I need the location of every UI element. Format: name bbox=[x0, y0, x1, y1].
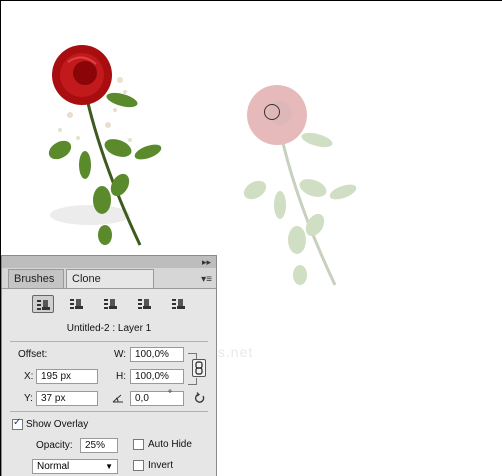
x-label: X: bbox=[24, 371, 34, 382]
brush-cursor bbox=[264, 104, 280, 120]
chain-link-icon bbox=[195, 361, 203, 375]
tab-label: Brushes bbox=[14, 273, 55, 285]
clone-source-body: Untitled-2 : Layer 1 Offset: X: 195 px Y… bbox=[2, 288, 216, 476]
blend-mode-value: Normal bbox=[37, 461, 70, 472]
clone-source-4-button[interactable] bbox=[134, 295, 156, 313]
auto-hide-label: Auto Hide bbox=[148, 439, 192, 450]
clone-source-panel: ▸▸ Brushes Clone Source× ▾≡ bbox=[1, 255, 217, 476]
rotation-angle-icon bbox=[112, 394, 123, 403]
width-scale-field[interactable]: 100,0% bbox=[130, 347, 184, 362]
panel-title-bar[interactable]: ▸▸ bbox=[2, 256, 216, 268]
stamp-icon bbox=[70, 299, 83, 309]
tab-clone-source[interactable]: Clone Source× bbox=[66, 269, 154, 303]
rose-image bbox=[48, 45, 162, 246]
clone-source-3-button[interactable] bbox=[100, 295, 122, 313]
show-overlay-label: Show Overlay bbox=[26, 419, 89, 430]
y-label: Y: bbox=[24, 393, 33, 404]
collapse-panel-icon[interactable]: ▸▸ bbox=[202, 257, 211, 267]
source-layer-label: Untitled-2 : Layer 1 bbox=[66, 323, 152, 334]
offset-y-field[interactable]: 37 px bbox=[36, 391, 98, 406]
overlay-blend-mode-select[interactable]: Normal ▼ bbox=[32, 459, 118, 474]
invert-checkbox[interactable] bbox=[133, 460, 144, 471]
stamp-icon bbox=[138, 299, 151, 309]
stamp-icon bbox=[172, 299, 185, 309]
check-mark-icon: ✓ bbox=[13, 417, 22, 428]
auto-hide-checkbox[interactable] bbox=[133, 439, 144, 450]
tab-brushes[interactable]: Brushes bbox=[8, 269, 64, 288]
clone-source-5-button[interactable] bbox=[168, 295, 190, 313]
offset-x-field[interactable]: 195 px bbox=[36, 369, 98, 384]
rotation-angle-field[interactable]: 0,0 bbox=[130, 391, 184, 406]
clone-source-1-button[interactable] bbox=[32, 295, 54, 313]
invert-label: Invert bbox=[148, 460, 174, 471]
clone-overlay-image bbox=[243, 85, 357, 286]
divider bbox=[10, 411, 208, 412]
offset-label: Offset: bbox=[18, 349, 48, 360]
clone-source-2-button[interactable] bbox=[66, 295, 88, 313]
maintain-aspect-ratio-button[interactable] bbox=[192, 359, 206, 377]
link-bracket bbox=[188, 378, 197, 385]
divider bbox=[10, 341, 208, 342]
reset-transform-icon[interactable] bbox=[194, 392, 206, 404]
chevron-down-icon: ▼ bbox=[105, 462, 113, 471]
h-label: H: bbox=[116, 371, 126, 382]
degree-symbol: ° bbox=[168, 389, 172, 400]
canvas-border bbox=[0, 0, 502, 1]
overlay-opacity-field[interactable]: 25% bbox=[80, 438, 118, 453]
show-overlay-checkbox[interactable]: ✓ bbox=[12, 417, 23, 430]
w-label: W: bbox=[114, 349, 127, 360]
stamp-icon bbox=[104, 299, 117, 309]
opacity-label: Opacity: bbox=[36, 440, 73, 451]
panel-menu-icon[interactable]: ▾≡ bbox=[201, 274, 212, 285]
stamp-icon bbox=[37, 300, 50, 310]
height-scale-field[interactable]: 100,0% bbox=[130, 369, 184, 384]
